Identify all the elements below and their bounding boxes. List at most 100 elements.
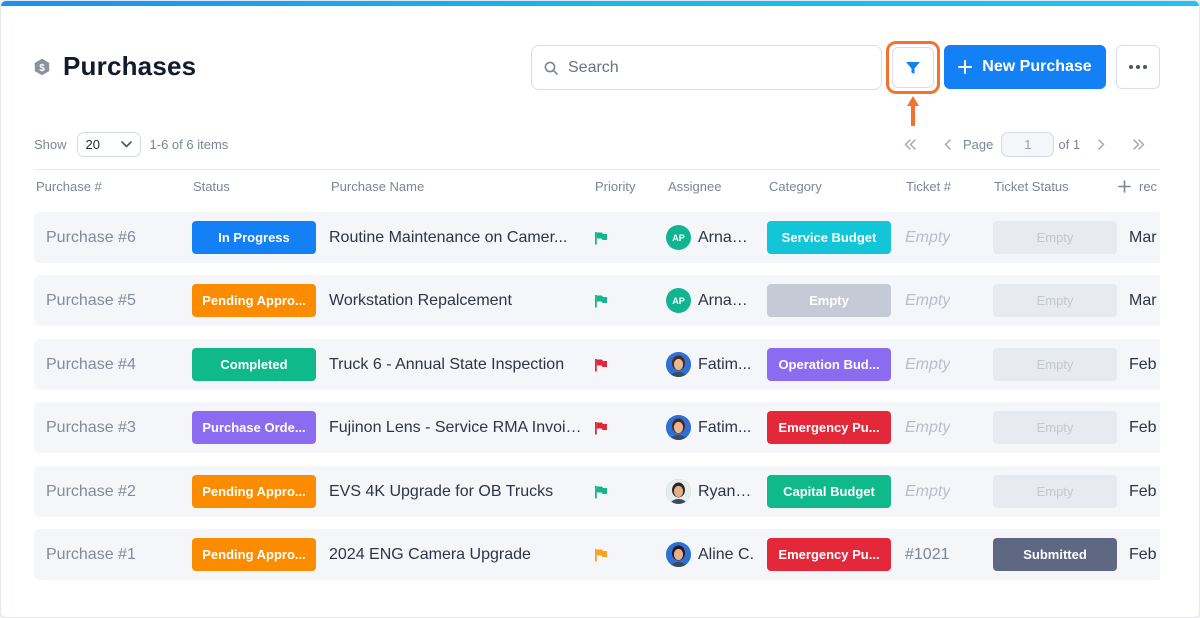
category-badge[interactable]: Empty — [767, 284, 891, 317]
status-badge[interactable]: Pending Appro... — [192, 284, 316, 317]
priority-cell[interactable] — [594, 339, 610, 390]
priority-cell[interactable] — [594, 466, 610, 517]
ticket-status-cell[interactable]: Empty — [993, 275, 1117, 326]
category-cell[interactable]: Capital Budget — [767, 466, 891, 517]
status-badge[interactable]: Completed — [192, 348, 316, 381]
purchase-number[interactable]: Purchase #3 — [46, 402, 136, 453]
status-cell[interactable]: Pending Appro... — [192, 529, 316, 580]
status-cell[interactable]: Completed — [192, 339, 316, 390]
priority-cell[interactable] — [594, 275, 610, 326]
status-badge[interactable]: Pending Appro... — [192, 475, 316, 508]
priority-cell[interactable] — [594, 529, 610, 580]
category-badge[interactable]: Emergency Pu... — [767, 538, 891, 571]
ticket-status-badge[interactable]: Empty — [993, 348, 1117, 381]
purchase-number[interactable]: Purchase #6 — [46, 212, 136, 263]
search-input[interactable] — [568, 58, 868, 77]
status-cell[interactable]: In Progress — [192, 212, 316, 263]
add-column-header[interactable]: rec — [1118, 179, 1160, 194]
category-badge[interactable]: Emergency Pu... — [767, 411, 891, 444]
ticket-status-badge[interactable]: Submitted — [993, 538, 1117, 571]
assignee-cell[interactable]: Fatim... — [666, 402, 751, 453]
first-page-button[interactable] — [899, 134, 921, 156]
column-header-category[interactable]: Category — [769, 179, 822, 194]
table-row[interactable]: Purchase #6 In Progress Routine Maintenanc… — [34, 212, 1160, 263]
status-cell[interactable]: Pending Appro... — [192, 275, 316, 326]
category-cell[interactable]: Empty — [767, 275, 891, 326]
ticket-status-badge[interactable]: Empty — [993, 411, 1117, 444]
purchase-number[interactable]: Purchase #4 — [46, 339, 136, 390]
status-badge[interactable]: Purchase Orde... — [192, 411, 316, 444]
ticket-number[interactable]: Empty — [905, 402, 950, 453]
prev-page-button[interactable] — [937, 134, 959, 156]
ticket-status-cell[interactable]: Empty — [993, 339, 1117, 390]
priority-cell[interactable] — [594, 212, 610, 263]
category-badge[interactable]: Capital Budget — [767, 475, 891, 508]
column-header-ticket-number[interactable]: Ticket # — [906, 179, 951, 194]
ticket-status-cell[interactable]: Empty — [993, 212, 1117, 263]
purchase-name[interactable]: Routine Maintenance on Camer... — [329, 229, 567, 247]
table-row[interactable]: Purchase #1 Pending Appro... 2024 ENG Came… — [34, 529, 1160, 580]
ticket-status-badge[interactable]: Empty — [993, 284, 1117, 317]
purchase-name-cell[interactable]: Workstation Repalcement — [329, 275, 582, 326]
next-page-button[interactable] — [1090, 134, 1112, 156]
column-header-purchase-number[interactable]: Purchase # — [36, 179, 102, 194]
purchase-number[interactable]: Purchase #5 — [46, 275, 136, 326]
assignee-cell[interactable]: Aline C. — [666, 529, 754, 580]
page-number-input[interactable]: 1 — [1001, 132, 1055, 157]
table-row[interactable]: Purchase #4 Completed Truck 6 - Annual Sta… — [34, 339, 1160, 390]
ticket-number[interactable]: Empty — [905, 339, 950, 390]
status-badge[interactable]: In Progress — [192, 221, 316, 254]
assignee-cell[interactable]: AP Arnav ... — [666, 275, 755, 326]
status-badge[interactable]: Pending Appro... — [192, 538, 316, 571]
priority-cell[interactable] — [594, 402, 610, 453]
category-cell[interactable]: Emergency Pu... — [767, 529, 891, 580]
category-cell[interactable]: Service Budget — [767, 212, 891, 263]
status-cell[interactable]: Pending Appro... — [192, 466, 316, 517]
purchase-name[interactable]: Truck 6 - Annual State Inspection — [329, 356, 564, 374]
more-options-button[interactable] — [1116, 45, 1160, 89]
purchase-name[interactable]: Workstation Repalcement — [329, 292, 512, 310]
category-cell[interactable]: Emergency Pu... — [767, 402, 891, 453]
column-header-purchase-name[interactable]: Purchase Name — [331, 179, 424, 194]
last-page-button[interactable] — [1128, 134, 1150, 156]
ticket-number[interactable]: Empty — [905, 466, 950, 517]
purchase-number[interactable]: Purchase #2 — [46, 466, 136, 517]
ticket-number[interactable]: Empty — [905, 212, 950, 263]
column-header-ticket-status[interactable]: Ticket Status — [994, 179, 1069, 194]
column-header-status[interactable]: Status — [193, 179, 230, 194]
table-row[interactable]: Purchase #3 Purchase Orde... Fujinon Lens … — [34, 402, 1160, 453]
category-badge[interactable]: Operation Bud... — [767, 348, 891, 381]
table-row[interactable]: Purchase #2 Pending Appro... EVS 4K Upgrad… — [34, 466, 1160, 517]
purchase-name-cell[interactable]: EVS 4K Upgrade for OB Trucks — [329, 466, 582, 517]
table-row[interactable]: Purchase #5 Pending Appro... Workstation R… — [34, 275, 1160, 326]
assignee-cell[interactable]: Fatim... — [666, 339, 751, 390]
category-badge[interactable]: Service Budget — [767, 221, 891, 254]
purchase-number[interactable]: Purchase #1 — [46, 529, 136, 580]
purchase-name[interactable]: 2024 ENG Camera Upgrade — [329, 546, 531, 564]
purchase-name-cell[interactable]: Truck 6 - Annual State Inspection — [329, 339, 582, 390]
ticket-status-badge[interactable]: Empty — [993, 475, 1117, 508]
avatar: AP — [666, 288, 691, 313]
ticket-number[interactable]: Empty — [905, 275, 950, 326]
ticket-status-cell[interactable]: Submitted — [993, 529, 1117, 580]
assignee-cell[interactable]: AP Arnav ... — [666, 212, 755, 263]
priority-flag-icon — [595, 485, 607, 498]
category-cell[interactable]: Operation Bud... — [767, 339, 891, 390]
ticket-number[interactable]: #1021 — [905, 529, 950, 580]
page-size-select[interactable]: 20 — [76, 132, 141, 157]
search-box[interactable] — [531, 45, 882, 90]
purchase-name-cell[interactable]: Fujinon Lens - Service RMA Invoice — [329, 402, 582, 453]
purchase-name[interactable]: EVS 4K Upgrade for OB Trucks — [329, 483, 553, 501]
new-purchase-button[interactable]: New Purchase — [944, 45, 1106, 89]
purchase-name-cell[interactable]: Routine Maintenance on Camer... — [329, 212, 582, 263]
ticket-status-cell[interactable]: Empty — [993, 466, 1117, 517]
purchase-name-cell[interactable]: 2024 ENG Camera Upgrade — [329, 529, 582, 580]
ticket-status-cell[interactable]: Empty — [993, 402, 1117, 453]
column-header-priority[interactable]: Priority — [595, 179, 635, 194]
assignee-cell[interactable]: Ryan D. — [666, 466, 755, 517]
filter-button[interactable] — [892, 47, 934, 88]
ticket-status-badge[interactable]: Empty — [993, 221, 1117, 254]
column-header-assignee[interactable]: Assignee — [668, 179, 721, 194]
status-cell[interactable]: Purchase Orde... — [192, 402, 316, 453]
purchase-name[interactable]: Fujinon Lens - Service RMA Invoice — [329, 419, 582, 437]
